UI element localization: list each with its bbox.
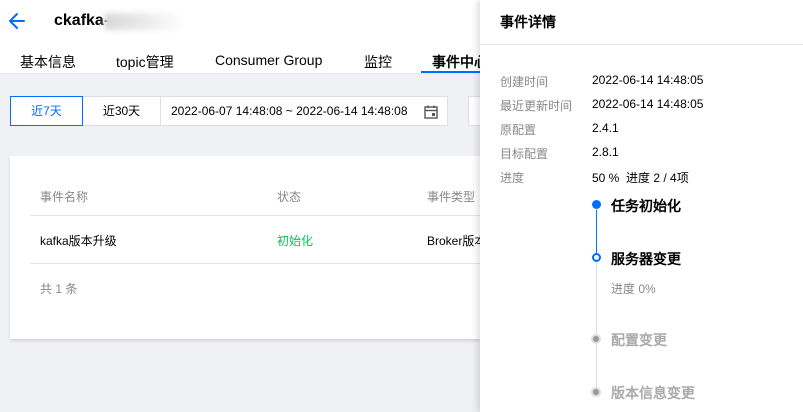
- instance-id-redacted: [104, 13, 184, 30]
- target-config-value: 2.8.1: [592, 145, 619, 159]
- step-dot-pending: [591, 334, 601, 344]
- step-connector-2: [596, 263, 597, 334]
- column-header-status: 状态: [277, 190, 302, 204]
- step-connector-3: [596, 344, 597, 388]
- step-dot-pending: [591, 387, 601, 397]
- created-time-value: 2022-06-14 14:48:05: [592, 73, 704, 87]
- instance-title: ckafka-: [54, 12, 110, 29]
- step-title-initialize: 任务初始化: [611, 198, 681, 214]
- date-range-text: 2022-06-07 14:48:08 ~ 2022-06-14 14:48:0…: [171, 104, 408, 118]
- tab-monitoring[interactable]: 监控: [364, 52, 392, 72]
- target-config-label: 目标配置: [500, 147, 549, 161]
- drawer-title: 事件详情: [500, 14, 556, 30]
- event-detail-drawer: 事件详情 创建时间 2022-06-14 14:48:05 最近更新时间 202…: [480, 0, 803, 412]
- updated-time-label: 最近更新时间: [500, 99, 573, 113]
- status-badge: 初始化: [277, 234, 314, 248]
- updated-time-value: 2022-06-14 14:48:05: [592, 97, 704, 111]
- original-config-label: 原配置: [500, 123, 537, 137]
- original-config-value: 2.4.1: [592, 121, 619, 135]
- step-dot-done: [592, 200, 601, 209]
- calendar-icon: [423, 104, 439, 120]
- step-title-version-info-change: 版本信息变更: [611, 385, 695, 401]
- date-range-picker[interactable]: 2022-06-07 14:48:08 ~ 2022-06-14 14:48:0…: [160, 96, 448, 126]
- event-name-cell[interactable]: kafka版本升级: [40, 232, 117, 249]
- progress-value: 50 % 进度 2 / 4项: [592, 171, 689, 185]
- header-divider: [30, 215, 480, 216]
- step-title-config-change: 配置变更: [611, 332, 667, 348]
- step-dot-current: [592, 253, 601, 262]
- total-count: 共 1 条: [40, 282, 78, 296]
- row-divider: [30, 263, 480, 264]
- range-30-days-button[interactable]: 近30天: [82, 96, 161, 126]
- event-table-card: 事件名称 状态 事件类型 kafka版本升级 初始化 Broker版本 共 1 …: [10, 156, 486, 339]
- progress-label: 进度: [500, 171, 525, 185]
- created-time-label: 创建时间: [500, 75, 549, 89]
- event-type-cell: Broker版本: [427, 234, 487, 248]
- column-header-event-type: 事件类型: [427, 190, 476, 204]
- step-progress-text: 进度 0%: [611, 282, 656, 296]
- tab-topic-management[interactable]: topic管理: [116, 52, 174, 72]
- active-tab-indicator: [421, 71, 481, 73]
- tab-basic-info[interactable]: 基本信息: [20, 52, 76, 72]
- column-header-event-name: 事件名称: [40, 190, 89, 204]
- step-title-server-change: 服务器变更: [611, 251, 681, 267]
- step-connector-1: [596, 210, 597, 256]
- drawer-divider: [480, 44, 803, 45]
- range-7-days-button[interactable]: 近7天: [10, 96, 83, 126]
- arrow-left-icon[interactable]: [8, 11, 26, 31]
- tab-consumer-group[interactable]: Consumer Group: [215, 52, 322, 68]
